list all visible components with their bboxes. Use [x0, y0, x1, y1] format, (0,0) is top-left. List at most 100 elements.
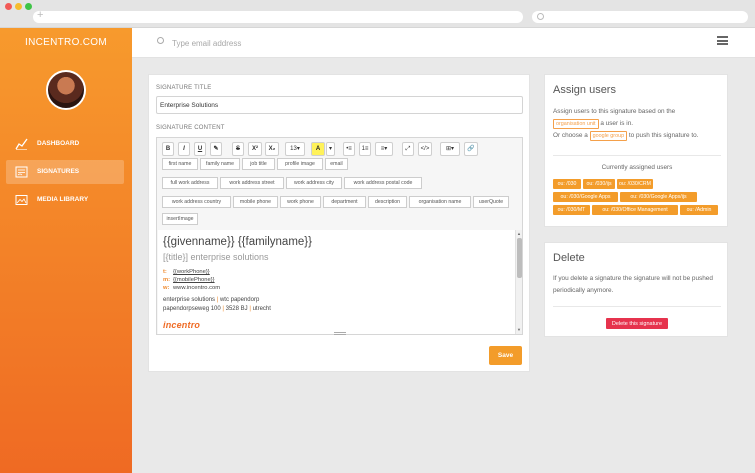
tag-profile-image[interactable]: profile image: [277, 158, 323, 170]
ou-badge[interactable]: ou: /Admin: [680, 205, 718, 215]
editor-content-area[interactable]: {{givenname}} {{familyname}} [{title}] e…: [158, 230, 515, 334]
currently-assigned-label: Currently assigned users: [601, 164, 673, 171]
menu-icon[interactable]: [717, 36, 728, 45]
editor-resize-handle[interactable]: [334, 332, 346, 335]
search-input[interactable]: [172, 36, 472, 50]
numbered-list-button[interactable]: 1≡: [359, 142, 371, 156]
signature-website: w: www.incentro.com: [163, 285, 220, 291]
text-color-button[interactable]: A: [311, 142, 325, 156]
underline-button[interactable]: U: [194, 142, 206, 156]
signature-title-input[interactable]: [156, 96, 523, 114]
signature-content-label: SIGNATURE CONTENT: [156, 125, 225, 131]
minimize-window-icon[interactable]: [15, 3, 22, 10]
superscript-button[interactable]: X²: [248, 142, 262, 156]
editor-scrollbar[interactable]: ▲ ▼: [515, 230, 522, 334]
table-dropdown[interactable]: ⊞▾: [440, 142, 460, 156]
signature-mobile-phone: m: {{mobilePhone}}: [163, 277, 215, 283]
ou-badge[interactable]: ou: /030/Office Management: [592, 205, 678, 215]
sidebar-item-label: DASHBOARD: [37, 140, 80, 147]
chart-line-icon: [15, 138, 28, 150]
ou-badge[interactable]: ou: /030/ijs: [583, 179, 615, 189]
sidebar: INCENTRO.COM DASHBOARD SIGNATURES MEDIA …: [0, 28, 132, 473]
assign-users-panel: Assign users Assign users to this signat…: [544, 74, 728, 227]
new-tab-icon[interactable]: +: [37, 9, 43, 21]
strikethrough-button[interactable]: S: [232, 142, 244, 156]
separator: |: [216, 297, 219, 303]
assign-users-description: Assign users to this signature based on …: [553, 106, 723, 142]
address-bar[interactable]: +: [33, 9, 523, 23]
tag-work-address-street[interactable]: work address street: [220, 177, 284, 189]
font-size-dropdown[interactable]: 13▾: [285, 142, 305, 156]
assign-text: a user is in.: [600, 120, 634, 127]
search-icon: [537, 13, 544, 20]
tag-email[interactable]: email: [325, 158, 348, 170]
tag-user-quote[interactable]: userQuote: [473, 196, 509, 208]
signature-building: wtc papendorp: [219, 297, 260, 303]
bold-button[interactable]: B: [162, 142, 174, 156]
bullet-list-button[interactable]: •≡: [343, 142, 355, 156]
delete-signature-button[interactable]: Delete this signature: [606, 318, 668, 329]
separator: |: [222, 306, 224, 312]
ou-badge[interactable]: ou: /030/MT: [553, 205, 590, 215]
tag-family-name[interactable]: family name: [200, 158, 240, 170]
signature-line-value: {{workPhone}}: [173, 269, 210, 275]
tag-work-phone[interactable]: work phone: [280, 196, 321, 208]
google-group-chip[interactable]: google group: [589, 131, 628, 141]
code-view-icon[interactable]: </>: [418, 142, 432, 156]
tag-work-address-country[interactable]: work address country: [162, 196, 231, 208]
signature-address-line-1: enterprise solutions | wtc papendorp: [163, 297, 259, 303]
tag-work-address-city[interactable]: work address city: [286, 177, 342, 189]
link-icon[interactable]: 🔗: [464, 142, 478, 156]
fullscreen-icon[interactable]: ⤢: [402, 142, 414, 156]
tag-first-name[interactable]: first name: [162, 158, 198, 170]
ou-badge[interactable]: ou: /030/Google Apps/ijs: [620, 192, 697, 202]
align-dropdown[interactable]: ≡▾: [375, 142, 393, 156]
sidebar-item-media-library[interactable]: MEDIA LIBRARY: [6, 188, 124, 212]
sidebar-item-label: SIGNATURES: [37, 168, 80, 175]
delete-panel: Delete If you delete a signature the sig…: [544, 242, 728, 337]
tag-mobile-phone[interactable]: mobile phone: [233, 196, 278, 208]
signature-line-value: www.incentro.com: [173, 285, 221, 291]
signature-name: {{givenname}} {{familyname}}: [163, 236, 312, 248]
delete-heading: Delete: [553, 252, 585, 264]
divider: [553, 306, 721, 307]
signature-job-title: [{title}] enterprise solutions: [163, 252, 269, 262]
tag-description[interactable]: description: [368, 196, 407, 208]
scroll-down-icon[interactable]: ▼: [517, 327, 521, 332]
eraser-icon[interactable]: ✎: [210, 142, 222, 156]
signature-street: papendorpseweg 100: [163, 306, 221, 312]
ou-badge[interactable]: ou: /030: [553, 179, 581, 189]
chevron-down-icon[interactable]: ▾: [326, 142, 335, 156]
avatar[interactable]: [46, 70, 86, 110]
tag-full-work-address[interactable]: full work address: [162, 177, 218, 189]
maximize-window-icon[interactable]: [25, 3, 32, 10]
close-window-icon[interactable]: [5, 3, 12, 10]
rich-text-editor: B I U ✎ S X² X₂ 13▾ A ▾ •≡ 1≡ ≡▾ ⤢ </> ⊞…: [156, 137, 523, 335]
signature-city: utrecht: [252, 306, 271, 312]
signature-form-panel: SIGNATURE TITLE SIGNATURE CONTENT B I U …: [148, 74, 530, 372]
ou-badge[interactable]: ou: /030/Google Apps: [553, 192, 618, 202]
browser-search-bar[interactable]: [532, 11, 748, 23]
delete-description: If you delete a signature the signature …: [553, 275, 713, 294]
scrollbar-thumb[interactable]: [517, 238, 522, 278]
signature-company: enterprise solutions: [163, 297, 216, 303]
sidebar-item-signatures[interactable]: SIGNATURES: [6, 160, 124, 184]
scroll-up-icon[interactable]: ▲: [517, 231, 521, 236]
organisation-unit-chip[interactable]: organisation unit: [553, 119, 599, 129]
sidebar-item-dashboard[interactable]: DASHBOARD: [6, 132, 124, 156]
sidebar-item-label: MEDIA LIBRARY: [37, 196, 89, 203]
tag-organisation-name[interactable]: organisation name: [409, 196, 471, 208]
signature-address-line-2: papendorpseweg 100 | 3528 BJ | utrecht: [163, 306, 271, 312]
ou-badge[interactable]: ou: /030/CRM: [617, 179, 653, 189]
italic-button[interactable]: I: [178, 142, 190, 156]
save-button[interactable]: Save: [489, 346, 522, 365]
tag-insert-image[interactable]: insertImage: [162, 213, 198, 225]
signature-title-label: SIGNATURE TITLE: [156, 85, 212, 91]
tag-department[interactable]: department: [323, 196, 366, 208]
subscript-button[interactable]: X₂: [265, 142, 279, 156]
tag-job-title[interactable]: job title: [242, 158, 275, 170]
brand-title[interactable]: INCENTRO.COM: [0, 37, 132, 48]
divider: [553, 155, 721, 156]
assign-users-heading: Assign users: [553, 84, 616, 96]
tag-work-address-postal-code[interactable]: work address postal code: [344, 177, 422, 189]
